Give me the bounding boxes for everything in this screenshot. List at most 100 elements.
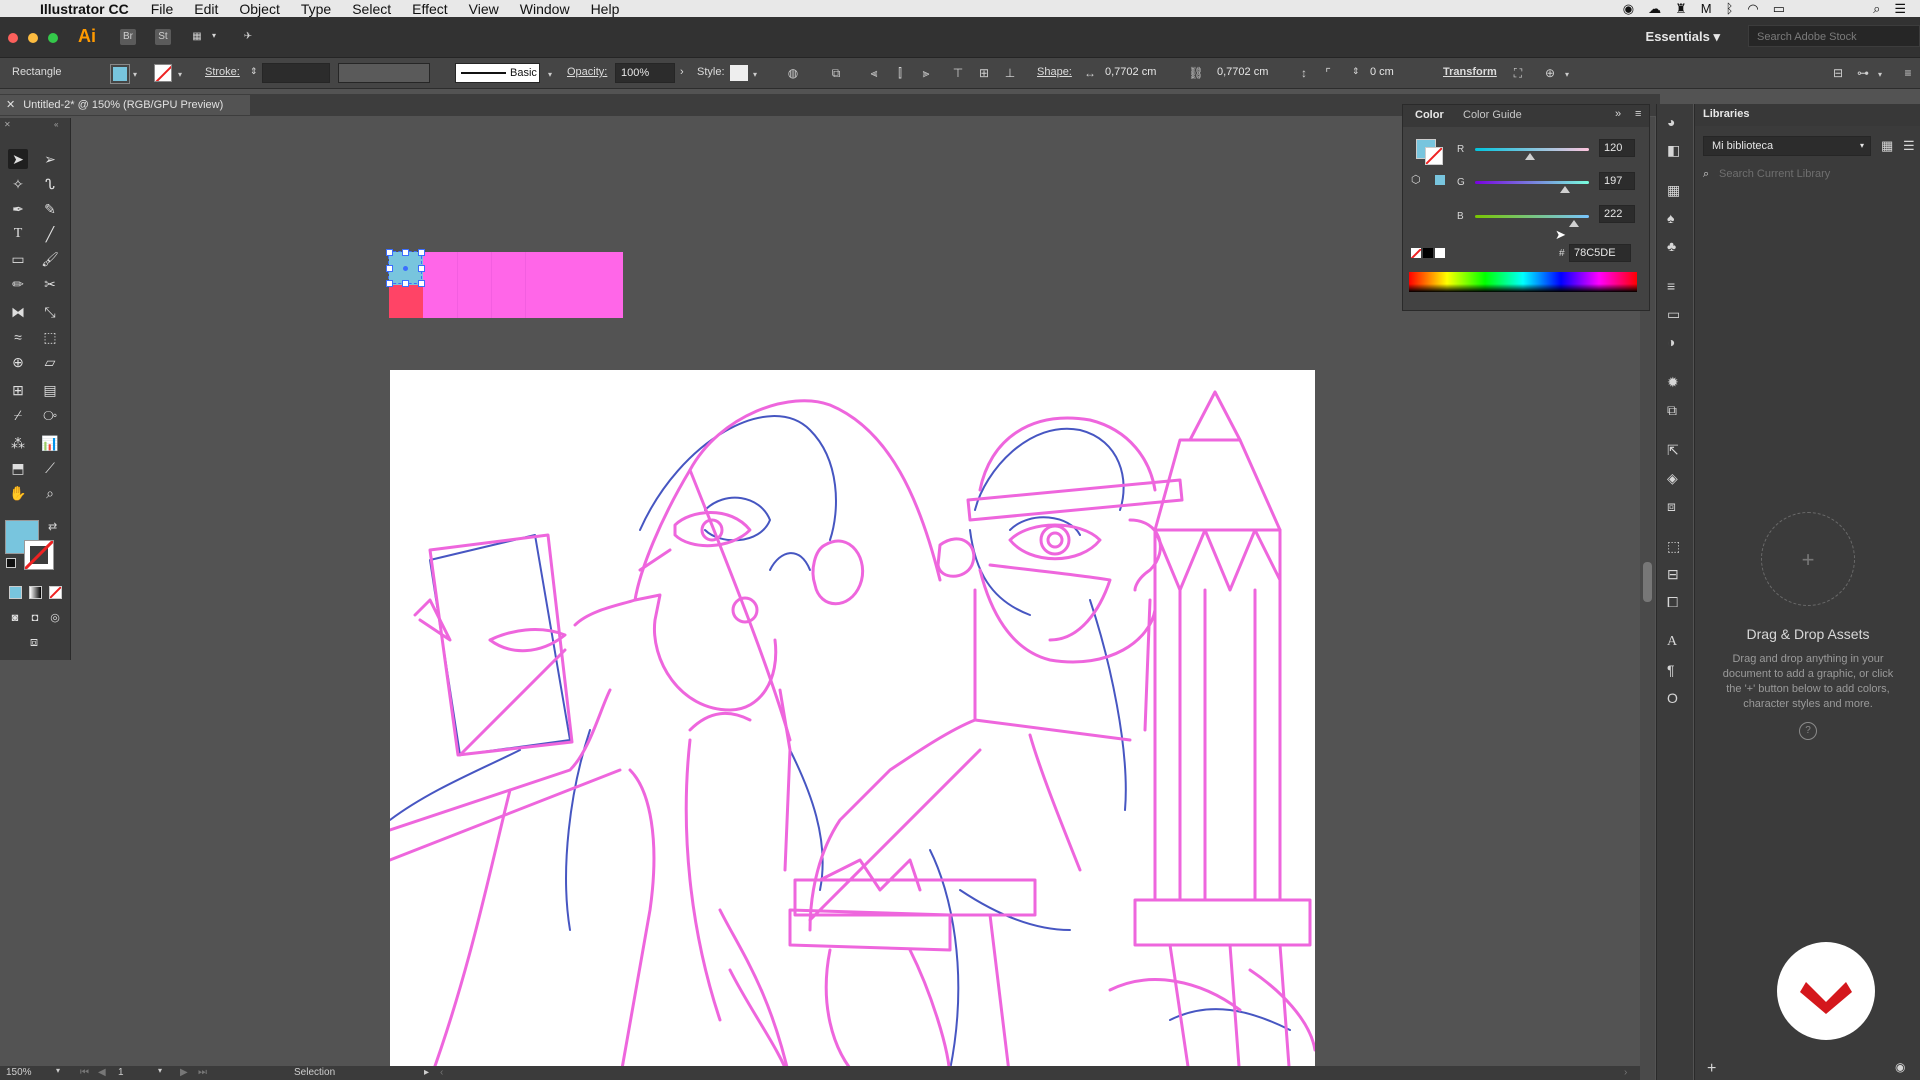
align-top-icon[interactable]: ⊤ <box>950 65 966 81</box>
zoom-level-field[interactable]: 150% <box>6 1067 32 1078</box>
menu-view[interactable]: View <box>469 1 499 17</box>
record-icon[interactable]: ◉ <box>1623 1 1634 17</box>
b-slider[interactable] <box>1475 215 1589 218</box>
libraries-title[interactable]: Libraries <box>1703 108 1749 120</box>
add-asset-button[interactable]: + <box>1707 1060 1716 1078</box>
shape-label[interactable]: Shape: <box>1037 66 1072 78</box>
free-transform-tool-icon[interactable]: ⬚ <box>40 327 60 347</box>
style-dropdown-icon[interactable]: ▾ <box>753 70 757 79</box>
arrange-icon[interactable]: ⊟ <box>1830 65 1846 81</box>
corner-stepper-icon[interactable]: ⇕ <box>1352 66 1360 77</box>
hex-value-field[interactable]: 78C5DE <box>1569 244 1631 262</box>
bridge-button[interactable]: Br <box>120 29 136 45</box>
artboard-dropdown-icon[interactable]: ▾ <box>158 1066 162 1075</box>
stroke-label[interactable]: Stroke: <box>205 66 240 78</box>
g-slider[interactable] <box>1475 181 1589 184</box>
reflect-tool-icon[interactable]: ⧓ <box>8 302 28 322</box>
cc-sync-icon[interactable]: ◉ <box>1895 1060 1905 1074</box>
spotlight-icon[interactable]: ⌕ <box>1873 1 1880 17</box>
character-icon[interactable]: A <box>1667 634 1677 650</box>
list-view-icon[interactable]: ☰ <box>1903 138 1915 154</box>
library-select[interactable]: Mi biblioteca ▾ <box>1703 136 1871 156</box>
g-value-field[interactable]: 197 <box>1599 172 1635 190</box>
line-tool-icon[interactable]: ╱ <box>40 224 60 244</box>
control-menu-icon[interactable]: ≡ <box>1900 65 1916 81</box>
lasso-tool-icon[interactable]: ᔐ <box>40 174 60 194</box>
perspective-grid-tool-icon[interactable]: ▱ <box>40 352 60 372</box>
gradient-panel-icon[interactable]: ▭ <box>1667 306 1680 323</box>
black-color-icon[interactable] <box>1423 248 1433 258</box>
distribute-icon[interactable]: ⊶ <box>1855 65 1871 81</box>
scroll-left-icon[interactable]: ‹ <box>440 1067 443 1078</box>
draw-behind-icon[interactable]: ◘ <box>25 608 45 628</box>
panel-menu-icon[interactable]: ≡ <box>1635 108 1641 120</box>
menu-edit[interactable]: Edit <box>194 1 218 17</box>
b-slider-thumb[interactable] <box>1569 220 1579 227</box>
g-slider-thumb[interactable] <box>1560 186 1570 193</box>
select-similar-icon[interactable]: ⊕ <box>1542 65 1558 81</box>
transparency-icon[interactable]: ◑ <box>1667 334 1675 350</box>
none-mode-icon[interactable] <box>49 586 62 599</box>
pen-tool-icon[interactable]: ✒ <box>8 199 28 219</box>
shape-height-field[interactable]: 0,7702 cm <box>1212 63 1290 83</box>
creative-cloud-icon[interactable]: ☁ <box>1648 1 1661 17</box>
expand-tools-icon[interactable]: « <box>54 120 58 129</box>
hand-tool-icon[interactable]: ✋ <box>8 483 28 503</box>
menu-select[interactable]: Select <box>352 1 391 17</box>
warp-tool-icon[interactable]: ≈ <box>8 327 28 347</box>
draw-inside-icon[interactable]: ◎ <box>45 608 65 628</box>
pathfinder-icon[interactable]: ⧠ <box>1667 594 1678 611</box>
app-menu[interactable]: Illustrator CC <box>40 1 129 17</box>
minimize-window-button[interactable] <box>28 33 38 43</box>
graphic-style-swatch[interactable] <box>730 65 748 81</box>
gamut-swatch[interactable] <box>1435 175 1445 185</box>
shape-builder-tool-icon[interactable]: ⊕ <box>8 352 28 372</box>
artboard[interactable] <box>390 370 1315 1080</box>
prev-artboard-icon[interactable]: ◀ <box>98 1067 106 1078</box>
out-of-gamut-icon[interactable]: ⬡ <box>1411 173 1421 186</box>
zoom-tool-icon[interactable]: ⌕ <box>40 483 60 503</box>
align-hcenter-icon[interactable]: ⫿ <box>892 65 908 81</box>
screen-mode-icon[interactable]: ⧈ <box>24 632 44 652</box>
mesh-tool-icon[interactable]: ⊞ <box>8 380 28 400</box>
variable-width-profile[interactable] <box>338 63 430 83</box>
zoom-dropdown-icon[interactable]: ▾ <box>56 1066 60 1075</box>
recolor-artwork-icon[interactable]: ◍ <box>785 65 801 81</box>
swatches-icon[interactable]: ▦ <box>1667 182 1680 199</box>
paintbrush-tool-icon[interactable]: 🖌 <box>40 249 60 269</box>
align-left-icon[interactable]: ⫷ <box>866 65 882 81</box>
align-right-icon[interactable]: ⫸ <box>918 65 934 81</box>
r-value-field[interactable]: 120 <box>1599 139 1635 157</box>
add-asset-circle[interactable]: + <box>1761 512 1855 606</box>
b-value-field[interactable]: 222 <box>1599 205 1635 223</box>
search-stock-input[interactable]: Search Adobe Stock <box>1748 25 1920 47</box>
artboard-number-field[interactable]: 1 <box>118 1067 124 1078</box>
brush-dropdown-icon[interactable]: ▾ <box>548 70 552 79</box>
none-color-icon[interactable] <box>1411 248 1421 258</box>
eyedropper-tool-icon[interactable]: ⌿ <box>8 405 28 425</box>
paragraph-icon[interactable]: ¶ <box>1667 662 1675 678</box>
gpu-performance-icon[interactable]: ✈ <box>240 29 256 45</box>
opacity-field[interactable]: 100% <box>615 63 675 83</box>
scale-tool-icon[interactable]: ⤡ <box>40 302 60 322</box>
isolate-icon[interactable]: ⛶ <box>1510 65 1526 81</box>
draw-normal-icon[interactable]: ◙ <box>5 608 25 628</box>
document-tab[interactable]: ✕ Untitled-2* @ 150% (RGB/GPU Preview) <box>0 95 250 115</box>
scissors-tool-icon[interactable]: ✂ <box>40 274 60 294</box>
color-spectrum[interactable] <box>1409 272 1637 292</box>
next-artboard-icon[interactable]: ▶ <box>180 1067 188 1078</box>
gradient-mode-icon[interactable] <box>29 586 42 599</box>
arrange-documents-icon[interactable]: ▦ <box>188 29 206 45</box>
color-panel-icon[interactable]: ◕ <box>1667 114 1675 130</box>
library-search-input[interactable]: Search Current Library <box>1719 168 1830 180</box>
appearance-icon[interactable]: ✹ <box>1667 374 1679 391</box>
malwarebytes-icon[interactable]: M <box>1701 1 1712 16</box>
constrain-proportions-icon[interactable]: ⛓ <box>1188 65 1204 81</box>
default-fill-stroke-icon[interactable] <box>6 558 16 568</box>
align-vcenter-icon[interactable]: ⊞ <box>976 65 992 81</box>
white-color-icon[interactable] <box>1435 248 1445 258</box>
graph-tool-icon[interactable]: 📊 <box>40 433 60 453</box>
notification-icon[interactable]: ♜ <box>1675 1 1687 17</box>
artboards-icon[interactable]: ⧈ <box>1667 498 1676 515</box>
transform-panel-icon[interactable]: ⬚ <box>1667 538 1680 555</box>
